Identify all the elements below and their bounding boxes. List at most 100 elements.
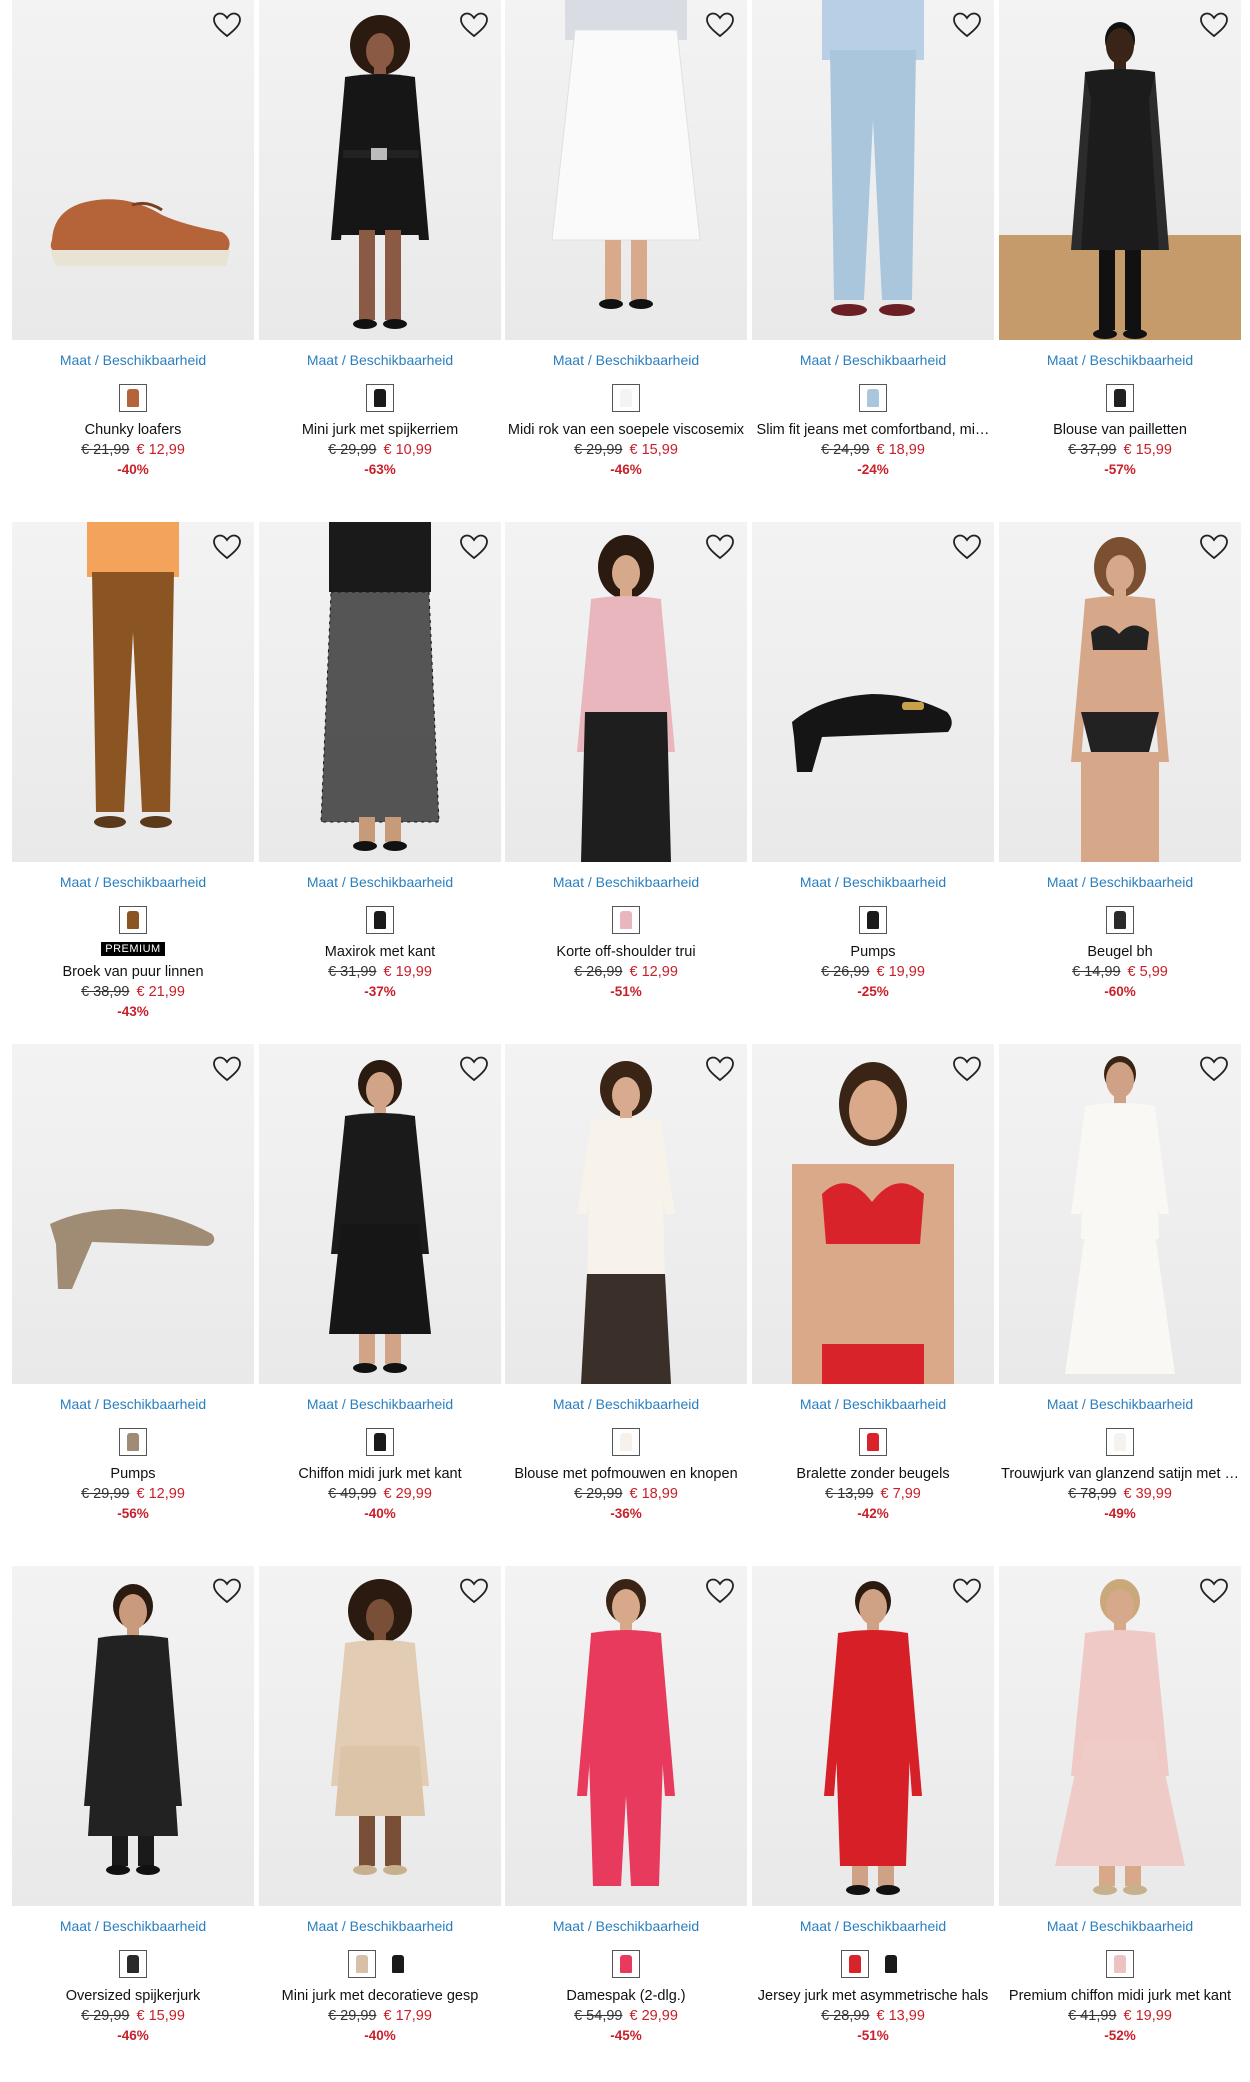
product-card[interactable]: Maat / Beschikbaarheid Mini jurk met dec… <box>259 1566 501 2043</box>
product-image-container[interactable] <box>505 1044 747 1384</box>
heart-icon[interactable] <box>950 530 984 564</box>
product-image-container[interactable] <box>752 1566 994 1906</box>
color-swatch[interactable] <box>1106 906 1134 934</box>
product-image-container[interactable] <box>999 1566 1241 1906</box>
product-name[interactable]: Jersey jurk met asymmetrische hals <box>752 1988 994 2004</box>
color-swatch[interactable] <box>612 1950 640 1978</box>
product-card[interactable]: Maat / Beschikbaarheid Trouwjurk van gla… <box>999 1044 1241 1521</box>
product-name[interactable]: Beugel bh <box>999 944 1241 960</box>
heart-icon[interactable] <box>210 530 244 564</box>
product-image-container[interactable] <box>752 522 994 862</box>
heart-icon[interactable] <box>457 1052 491 1086</box>
product-card[interactable]: Maat / Beschikbaarheid Chunky loafers € … <box>12 0 254 477</box>
product-name[interactable]: Pumps <box>12 1466 254 1482</box>
size-availability-link[interactable]: Maat / Beschikbaarheid <box>505 1396 747 1412</box>
heart-icon[interactable] <box>1197 8 1231 42</box>
size-availability-link[interactable]: Maat / Beschikbaarheid <box>259 1396 501 1412</box>
product-card[interactable]: Maat / Beschikbaarheid Blouse met pofmou… <box>505 1044 747 1521</box>
product-name[interactable]: Midi rok van een soepele viscosemix <box>505 422 747 438</box>
heart-icon[interactable] <box>1197 1574 1231 1608</box>
product-image-container[interactable] <box>12 522 254 862</box>
size-availability-link[interactable]: Maat / Beschikbaarheid <box>999 352 1241 368</box>
size-availability-link[interactable]: Maat / Beschikbaarheid <box>999 1396 1241 1412</box>
heart-icon[interactable] <box>950 1052 984 1086</box>
product-image-container[interactable] <box>999 522 1241 862</box>
product-card[interactable]: Maat / Beschikbaarheid Korte off-shoulde… <box>505 522 747 999</box>
product-name[interactable]: Bralette zonder beugels <box>752 1466 994 1482</box>
color-swatch[interactable] <box>366 1428 394 1456</box>
size-availability-link[interactable]: Maat / Beschikbaarheid <box>12 352 254 368</box>
product-card[interactable]: Maat / Beschikbaarheid Mini jurk met spi… <box>259 0 501 477</box>
product-image-container[interactable] <box>259 1566 501 1906</box>
size-availability-link[interactable]: Maat / Beschikbaarheid <box>259 1918 501 1934</box>
product-card[interactable]: Maat / Beschikbaarheid Pumps € 29,99 € 1… <box>12 1044 254 1521</box>
size-availability-link[interactable]: Maat / Beschikbaarheid <box>752 352 994 368</box>
product-name[interactable]: Chunky loafers <box>12 422 254 438</box>
product-image-container[interactable] <box>259 0 501 340</box>
product-name[interactable]: Broek van puur linnen <box>12 964 254 980</box>
size-availability-link[interactable]: Maat / Beschikbaarheid <box>12 874 254 890</box>
heart-icon[interactable] <box>950 8 984 42</box>
color-swatch[interactable] <box>877 1950 905 1978</box>
product-name[interactable]: Slim fit jeans met comfortband, mi… <box>752 422 994 438</box>
color-swatch[interactable] <box>366 906 394 934</box>
product-card[interactable]: Maat / Beschikbaarheid Premium chiffon m… <box>999 1566 1241 2043</box>
product-image-container[interactable] <box>12 1566 254 1906</box>
color-swatch[interactable] <box>859 906 887 934</box>
product-card[interactable]: Maat / Beschikbaarheid Bralette zonder b… <box>752 1044 994 1521</box>
product-name[interactable]: Pumps <box>752 944 994 960</box>
size-availability-link[interactable]: Maat / Beschikbaarheid <box>999 874 1241 890</box>
product-image-container[interactable] <box>752 0 994 340</box>
heart-icon[interactable] <box>1197 1052 1231 1086</box>
size-availability-link[interactable]: Maat / Beschikbaarheid <box>752 1918 994 1934</box>
product-image-container[interactable] <box>999 1044 1241 1384</box>
size-availability-link[interactable]: Maat / Beschikbaarheid <box>752 874 994 890</box>
product-image-container[interactable] <box>259 522 501 862</box>
product-name[interactable]: Mini jurk met spijkerriem <box>259 422 501 438</box>
product-name[interactable]: Trouwjurk van glanzend satijn met … <box>999 1466 1241 1482</box>
heart-icon[interactable] <box>703 530 737 564</box>
color-swatch[interactable] <box>1106 1428 1134 1456</box>
product-image-container[interactable] <box>12 0 254 340</box>
heart-icon[interactable] <box>210 1052 244 1086</box>
color-swatch[interactable] <box>119 1428 147 1456</box>
product-card[interactable]: Maat / Beschikbaarheid Chiffon midi jurk… <box>259 1044 501 1521</box>
product-card[interactable]: Maat / Beschikbaarheid PREMIUM Broek van… <box>12 522 254 1019</box>
color-swatch[interactable] <box>841 1950 869 1978</box>
size-availability-link[interactable]: Maat / Beschikbaarheid <box>505 1918 747 1934</box>
heart-icon[interactable] <box>210 1574 244 1608</box>
color-swatch[interactable] <box>612 384 640 412</box>
size-availability-link[interactable]: Maat / Beschikbaarheid <box>259 352 501 368</box>
product-image-container[interactable] <box>12 1044 254 1384</box>
product-image-container[interactable] <box>505 522 747 862</box>
color-swatch[interactable] <box>384 1950 412 1978</box>
product-name[interactable]: Maxirok met kant <box>259 944 501 960</box>
product-card[interactable]: Maat / Beschikbaarheid Slim fit jeans me… <box>752 0 994 477</box>
color-swatch[interactable] <box>366 384 394 412</box>
color-swatch[interactable] <box>859 1428 887 1456</box>
size-availability-link[interactable]: Maat / Beschikbaarheid <box>752 1396 994 1412</box>
size-availability-link[interactable]: Maat / Beschikbaarheid <box>259 874 501 890</box>
color-swatch[interactable] <box>612 1428 640 1456</box>
product-name[interactable]: Oversized spijkerjurk <box>12 1988 254 2004</box>
color-swatch[interactable] <box>348 1950 376 1978</box>
size-availability-link[interactable]: Maat / Beschikbaarheid <box>505 352 747 368</box>
color-swatch[interactable] <box>612 906 640 934</box>
size-availability-link[interactable]: Maat / Beschikbaarheid <box>12 1396 254 1412</box>
color-swatch[interactable] <box>119 384 147 412</box>
heart-icon[interactable] <box>950 1574 984 1608</box>
product-name[interactable]: Premium chiffon midi jurk met kant <box>999 1988 1241 2004</box>
product-card[interactable]: Maat / Beschikbaarheid Oversized spijker… <box>12 1566 254 2043</box>
heart-icon[interactable] <box>457 530 491 564</box>
product-card[interactable]: Maat / Beschikbaarheid Damespak (2-dlg.)… <box>505 1566 747 2043</box>
product-image-container[interactable] <box>505 1566 747 1906</box>
product-card[interactable]: Maat / Beschikbaarheid Pumps € 26,99 € 1… <box>752 522 994 999</box>
product-name[interactable]: Blouse met pofmouwen en knopen <box>505 1466 747 1482</box>
color-swatch[interactable] <box>119 1950 147 1978</box>
heart-icon[interactable] <box>1197 530 1231 564</box>
product-image-container[interactable] <box>505 0 747 340</box>
heart-icon[interactable] <box>703 8 737 42</box>
product-name[interactable]: Blouse van pailletten <box>999 422 1241 438</box>
product-card[interactable]: Maat / Beschikbaarheid Jersey jurk met a… <box>752 1566 994 2043</box>
size-availability-link[interactable]: Maat / Beschikbaarheid <box>505 874 747 890</box>
